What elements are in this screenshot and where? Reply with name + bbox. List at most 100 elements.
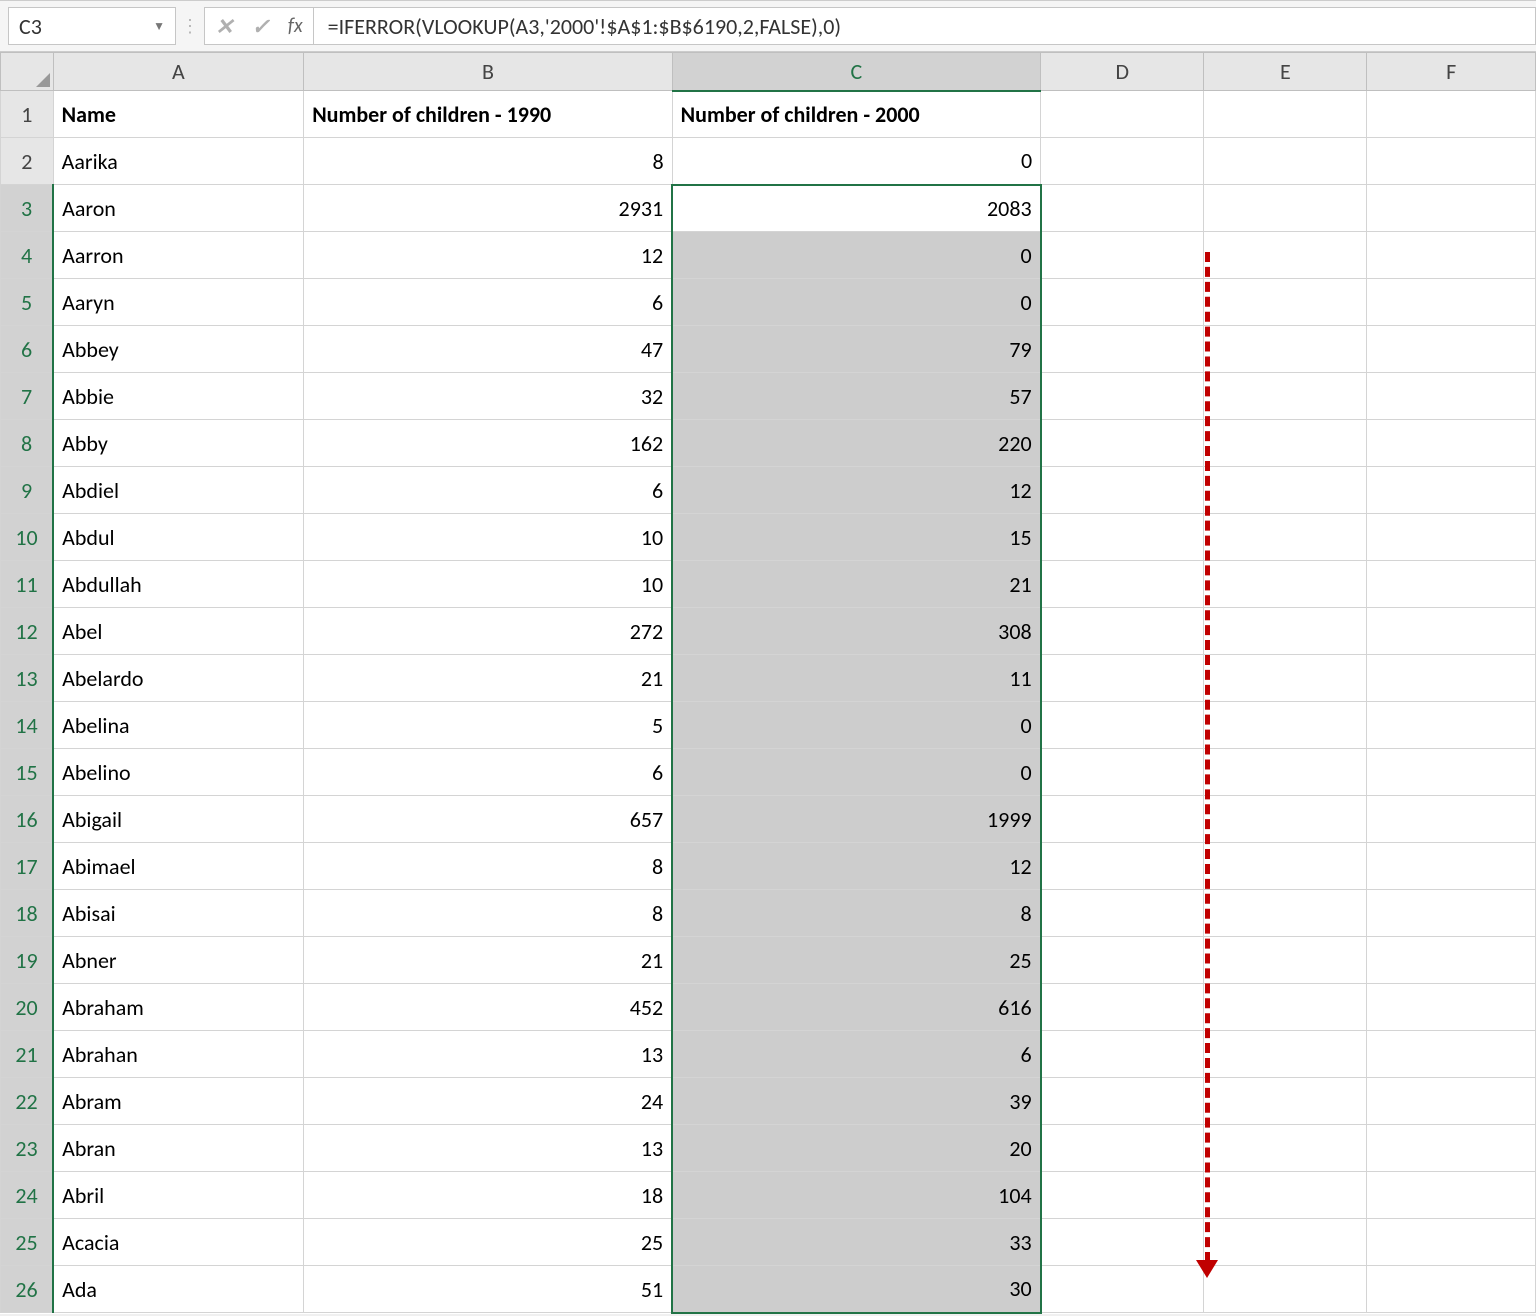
cell-B7[interactable]: 32 (304, 373, 672, 420)
cell-E9[interactable] (1204, 467, 1367, 514)
spreadsheet-grid[interactable]: A B C D E F 1 Name Number of children - … (0, 52, 1536, 1314)
row-header-15[interactable]: 15 (1, 749, 54, 796)
cell-C23[interactable]: 20 (672, 1125, 1040, 1172)
cell-B22[interactable]: 24 (304, 1078, 672, 1125)
cell-D12[interactable] (1041, 608, 1204, 655)
cell-D19[interactable] (1041, 937, 1204, 984)
cell-A1[interactable]: Name (53, 91, 304, 138)
cell-E13[interactable] (1204, 655, 1367, 702)
cell-E24[interactable] (1204, 1172, 1367, 1219)
cell-B20[interactable]: 452 (304, 984, 672, 1031)
cell-D1[interactable] (1041, 91, 1204, 138)
cell-F21[interactable] (1367, 1031, 1536, 1078)
cell-F24[interactable] (1367, 1172, 1536, 1219)
cell-C24[interactable]: 104 (672, 1172, 1040, 1219)
row-header-18[interactable]: 18 (1, 890, 54, 937)
cell-C21[interactable]: 6 (672, 1031, 1040, 1078)
name-box[interactable]: C3 ▼ (8, 7, 176, 45)
cell-F6[interactable] (1367, 326, 1536, 373)
cell-F16[interactable] (1367, 796, 1536, 843)
cell-F14[interactable] (1367, 702, 1536, 749)
cell-F18[interactable] (1367, 890, 1536, 937)
cell-E10[interactable] (1204, 514, 1367, 561)
cell-B5[interactable]: 6 (304, 279, 672, 326)
cell-D18[interactable] (1041, 890, 1204, 937)
cell-F13[interactable] (1367, 655, 1536, 702)
row-header-4[interactable]: 4 (1, 232, 54, 279)
cell-B1[interactable]: Number of children - 1990 (304, 91, 672, 138)
cell-E11[interactable] (1204, 561, 1367, 608)
cell-A12[interactable]: Abel (53, 608, 304, 655)
cell-D3[interactable] (1041, 185, 1204, 232)
cell-A8[interactable]: Abby (53, 420, 304, 467)
cell-F23[interactable] (1367, 1125, 1536, 1172)
accept-icon[interactable]: ✓ (251, 13, 269, 40)
cell-E16[interactable] (1204, 796, 1367, 843)
cell-D2[interactable] (1041, 138, 1204, 185)
cell-D26[interactable] (1041, 1266, 1204, 1313)
cell-C4[interactable]: 0 (672, 232, 1040, 279)
row-header-5[interactable]: 5 (1, 279, 54, 326)
cell-B13[interactable]: 21 (304, 655, 672, 702)
cell-B15[interactable]: 6 (304, 749, 672, 796)
cell-B25[interactable]: 25 (304, 1219, 672, 1266)
cell-B16[interactable]: 657 (304, 796, 672, 843)
cell-C19[interactable]: 25 (672, 937, 1040, 984)
row-header-22[interactable]: 22 (1, 1078, 54, 1125)
dropdown-icon[interactable]: ▼ (153, 19, 165, 34)
cell-F12[interactable] (1367, 608, 1536, 655)
cell-F11[interactable] (1367, 561, 1536, 608)
cell-F9[interactable] (1367, 467, 1536, 514)
row-header-16[interactable]: 16 (1, 796, 54, 843)
cell-A19[interactable]: Abner (53, 937, 304, 984)
cell-D8[interactable] (1041, 420, 1204, 467)
cell-A23[interactable]: Abran (53, 1125, 304, 1172)
col-header-A[interactable]: A (53, 53, 304, 91)
cell-D16[interactable] (1041, 796, 1204, 843)
cell-B14[interactable]: 5 (304, 702, 672, 749)
cell-E1[interactable] (1204, 91, 1367, 138)
cell-F20[interactable] (1367, 984, 1536, 1031)
cell-A9[interactable]: Abdiel (53, 467, 304, 514)
cell-D5[interactable] (1041, 279, 1204, 326)
cell-A16[interactable]: Abigail (53, 796, 304, 843)
row-header-2[interactable]: 2 (1, 138, 54, 185)
cell-D17[interactable] (1041, 843, 1204, 890)
cell-D21[interactable] (1041, 1031, 1204, 1078)
cell-A24[interactable]: Abril (53, 1172, 304, 1219)
cell-B10[interactable]: 10 (304, 514, 672, 561)
cell-A20[interactable]: Abraham (53, 984, 304, 1031)
cell-C13[interactable]: 11 (672, 655, 1040, 702)
cell-A3[interactable]: Aaron (53, 185, 304, 232)
cell-A10[interactable]: Abdul (53, 514, 304, 561)
row-header-26[interactable]: 26 (1, 1266, 54, 1313)
cell-E15[interactable] (1204, 749, 1367, 796)
cell-A21[interactable]: Abrahan (53, 1031, 304, 1078)
cell-B11[interactable]: 10 (304, 561, 672, 608)
cell-A25[interactable]: Acacia (53, 1219, 304, 1266)
cell-E2[interactable] (1204, 138, 1367, 185)
cell-C16[interactable]: 1999 (672, 796, 1040, 843)
select-all-corner[interactable] (1, 53, 54, 91)
cell-A15[interactable]: Abelino (53, 749, 304, 796)
cell-E17[interactable] (1204, 843, 1367, 890)
cell-C9[interactable]: 12 (672, 467, 1040, 514)
cell-D9[interactable] (1041, 467, 1204, 514)
row-header-23[interactable]: 23 (1, 1125, 54, 1172)
cell-A4[interactable]: Aarron (53, 232, 304, 279)
cell-B19[interactable]: 21 (304, 937, 672, 984)
cell-C20[interactable]: 616 (672, 984, 1040, 1031)
formula-input[interactable]: =IFERROR(VLOOKUP(A3,'2000'!$A$1:$B$6190,… (314, 7, 1536, 45)
col-header-C[interactable]: C (672, 53, 1040, 91)
row-header-24[interactable]: 24 (1, 1172, 54, 1219)
cell-F10[interactable] (1367, 514, 1536, 561)
cell-D22[interactable] (1041, 1078, 1204, 1125)
cell-C17[interactable]: 12 (672, 843, 1040, 890)
cell-D7[interactable] (1041, 373, 1204, 420)
cell-A5[interactable]: Aaryn (53, 279, 304, 326)
cell-C2[interactable]: 0 (672, 138, 1040, 185)
cell-E26[interactable] (1204, 1266, 1367, 1313)
cell-C12[interactable]: 308 (672, 608, 1040, 655)
row-header-9[interactable]: 9 (1, 467, 54, 514)
cell-D23[interactable] (1041, 1125, 1204, 1172)
